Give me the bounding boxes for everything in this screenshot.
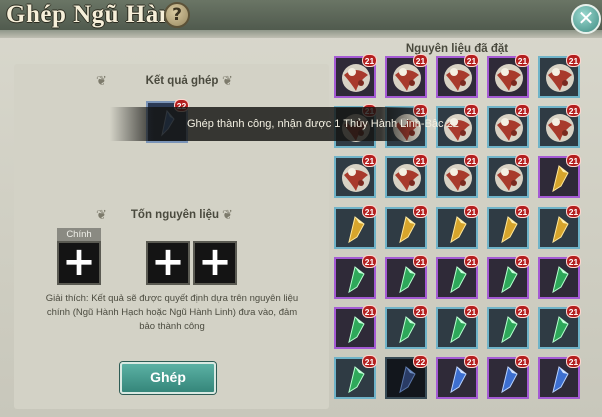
main-add-slot[interactable]: +: [57, 241, 101, 285]
material-slot[interactable]: 21: [334, 54, 377, 98]
material-slot[interactable]: 21: [334, 355, 377, 399]
material-slot[interactable]: 21: [436, 154, 479, 198]
material-count-badge: 21: [515, 355, 530, 368]
material-count-badge: 21: [362, 355, 377, 368]
material-count-badge: 21: [413, 54, 428, 67]
material-count-badge: 21: [515, 205, 530, 218]
secondary-add-slot-2[interactable]: +: [193, 241, 237, 285]
material-slot[interactable]: 21: [538, 104, 581, 148]
material-count-badge: 21: [515, 255, 530, 268]
material-count-badge: 21: [362, 205, 377, 218]
secondary-add-slot-1[interactable]: +: [146, 241, 190, 285]
material-slot[interactable]: 21: [436, 305, 479, 349]
material-count-badge: 22: [413, 355, 428, 368]
material-count-badge: 21: [413, 154, 428, 167]
material-count-badge: 21: [362, 54, 377, 67]
material-slot[interactable]: 21: [436, 355, 479, 399]
description-text: Giải thích: Kết quả sẽ được quyết định d…: [45, 293, 299, 332]
help-button[interactable]: ?: [164, 2, 190, 28]
ornament-right-icon: ❦: [222, 207, 233, 222]
material-count-badge: 21: [413, 255, 428, 268]
material-count-badge: 21: [515, 305, 530, 318]
material-count-badge: 21: [464, 54, 479, 67]
material-slot[interactable]: 21: [538, 355, 581, 399]
material-slot[interactable]: 21: [487, 54, 530, 98]
combine-button[interactable]: Ghép: [120, 362, 216, 394]
material-count-badge: 21: [362, 305, 377, 318]
material-count-badge: 21: [464, 255, 479, 268]
material-count-badge: 21: [362, 255, 377, 268]
material-slot[interactable]: 21: [538, 205, 581, 249]
material-count-badge: 21: [515, 104, 530, 117]
material-count-badge: 21: [566, 154, 581, 167]
window-title: Ghép Ngũ Hành: [6, 1, 188, 28]
material-slot[interactable]: 21: [334, 255, 377, 299]
material-count-badge: 21: [566, 255, 581, 268]
material-slot[interactable]: 21: [334, 205, 377, 249]
material-count-badge: 21: [464, 305, 479, 318]
close-button[interactable]: ✕: [571, 4, 601, 34]
combine-panel: Ghép Ngũ Hành ? ✕ ❦ Kết quả ghép ❦ 22 Gh…: [0, 0, 602, 417]
material-count-badge: 21: [566, 205, 581, 218]
material-slot[interactable]: 21: [385, 154, 428, 198]
material-slot[interactable]: 21: [436, 255, 479, 299]
material-count-badge: 21: [413, 205, 428, 218]
material-slot[interactable]: 21: [385, 255, 428, 299]
material-slot[interactable]: 21: [385, 205, 428, 249]
material-count-badge: 21: [566, 355, 581, 368]
material-count-badge: 21: [464, 104, 479, 117]
material-slot[interactable]: 21: [334, 154, 377, 198]
materials-header: Nguyên liệu đã đặt: [405, 43, 509, 55]
material-slot[interactable]: 21: [538, 154, 581, 198]
material-slot[interactable]: 21: [334, 305, 377, 349]
material-slot[interactable]: 21: [487, 305, 530, 349]
toast-message: Ghép thành công, nhận được 1 Thủy Hành L…: [187, 118, 459, 130]
material-count-badge: 21: [464, 154, 479, 167]
material-count-badge: 21: [566, 54, 581, 67]
ornament-left-icon: ❦: [96, 73, 107, 88]
material-slot[interactable]: 21: [538, 54, 581, 98]
material-count-badge: 21: [464, 205, 479, 218]
material-slot[interactable]: 21: [487, 255, 530, 299]
material-slot[interactable]: 21: [487, 355, 530, 399]
material-count-badge: 21: [464, 355, 479, 368]
material-count-badge: 21: [413, 305, 428, 318]
material-slot[interactable]: 21: [436, 54, 479, 98]
material-count-badge: 21: [515, 54, 530, 67]
material-slot[interactable]: 21: [487, 205, 530, 249]
material-count-badge: 21: [362, 154, 377, 167]
material-count-badge: 21: [566, 305, 581, 318]
material-slot[interactable]: 22: [385, 355, 428, 399]
material-count-badge: 21: [515, 154, 530, 167]
ornament-right-icon: ❦: [222, 73, 233, 88]
material-count-badge: 21: [566, 104, 581, 117]
material-slot[interactable]: 21: [436, 205, 479, 249]
material-slot[interactable]: 21: [538, 255, 581, 299]
material-slot[interactable]: 21: [385, 305, 428, 349]
material-slot[interactable]: 21: [487, 104, 530, 148]
title-bar-strip: [0, 30, 602, 38]
material-slot[interactable]: 21: [487, 154, 530, 198]
material-slot[interactable]: 21: [385, 54, 428, 98]
material-slot[interactable]: 21: [538, 305, 581, 349]
